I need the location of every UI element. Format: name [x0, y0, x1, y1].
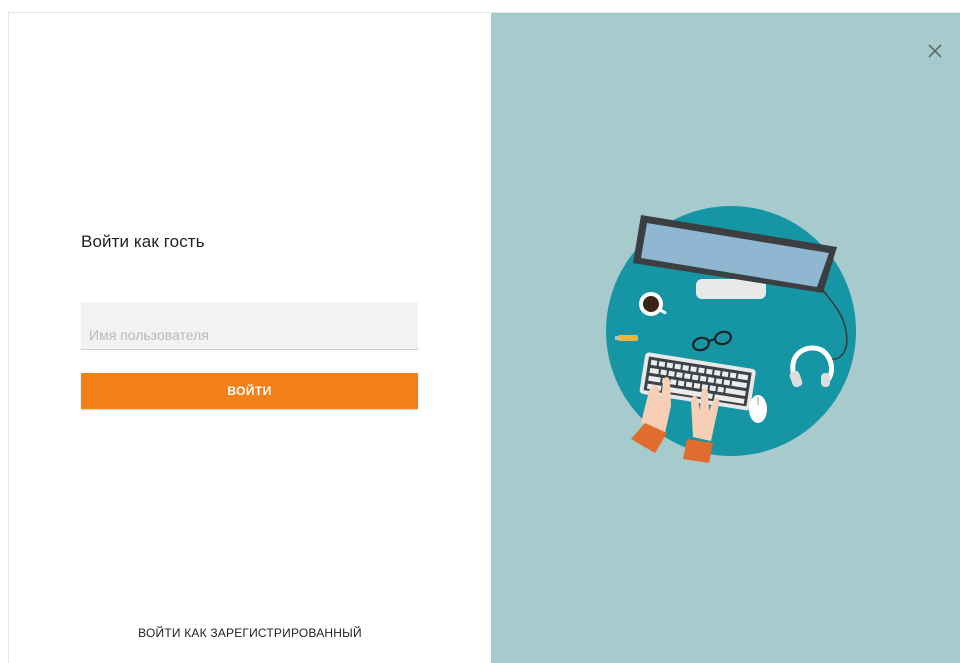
- guest-login-dialog: Войти как гость ВОЙТИ ВОЙТИ КАК ЗАРЕГИСТ…: [8, 12, 960, 663]
- username-input[interactable]: [81, 302, 418, 349]
- close-icon[interactable]: [927, 43, 943, 59]
- login-form-panel: Войти как гость ВОЙТИ ВОЙТИ КАК ЗАРЕГИСТ…: [9, 13, 491, 663]
- workspace-illustration: [605, 206, 856, 463]
- username-field[interactable]: [81, 302, 418, 350]
- login-as-registered-link[interactable]: ВОЙТИ КАК ЗАРЕГИСТРИРОВАННЫЙ: [9, 626, 491, 640]
- login-button[interactable]: ВОЙТИ: [81, 373, 418, 409]
- coffee: [642, 296, 659, 312]
- dialog-title: Войти как гость: [81, 232, 205, 251]
- usb-stick: [617, 335, 638, 341]
- illustration-panel: [490, 13, 960, 663]
